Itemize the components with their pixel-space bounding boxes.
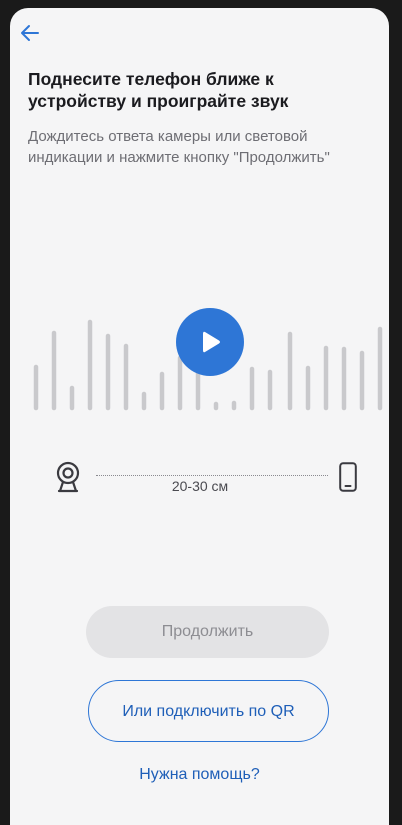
phone-icon — [339, 462, 357, 492]
arrow-left-icon — [21, 25, 39, 41]
screen: Поднесите телефон ближе к устройству и п… — [10, 8, 389, 825]
page-subtitle: Дождитесь ответа камеры или световой инд… — [28, 128, 330, 166]
distance-line — [96, 475, 328, 476]
camera-icon — [56, 461, 80, 493]
distance-indicator: 20-30 см — [10, 453, 389, 503]
help-link[interactable]: Нужна помощь? — [10, 766, 389, 784]
connect-qr-button[interactable]: Или подключить по QR — [88, 680, 329, 742]
continue-button[interactable]: Продолжить — [86, 606, 329, 658]
page-title: Поднесите телефон ближе к устройству и п… — [28, 69, 289, 111]
play-button[interactable] — [176, 308, 244, 376]
back-button[interactable] — [20, 20, 54, 46]
distance-label: 20-30 см — [171, 478, 229, 494]
play-icon — [203, 331, 220, 353]
